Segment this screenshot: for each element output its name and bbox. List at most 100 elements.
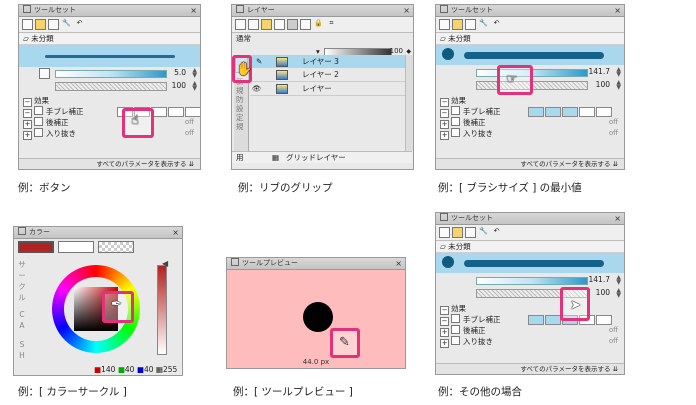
layer-row[interactable]: レイヤー 2 <box>250 68 410 82</box>
brush-preview-row[interactable] <box>19 45 200 67</box>
panel-menu-icon[interactable] <box>23 5 31 13</box>
brush-preview-row[interactable] <box>436 45 624 65</box>
alpha-slider[interactable] <box>157 265 167 355</box>
close-icon[interactable]: × <box>403 5 410 16</box>
opacity-value[interactable]: 100 <box>596 287 610 298</box>
side-tab[interactable]: ク <box>16 281 28 292</box>
undo-icon[interactable]: ↶ <box>491 19 502 30</box>
trash-icon[interactable] <box>465 19 476 30</box>
taper-checkbox[interactable] <box>451 128 460 137</box>
expand-icon[interactable]: + <box>23 131 32 140</box>
opacity-spinner[interactable]: ▲ ▼ <box>616 80 621 91</box>
stabilization-cells[interactable] <box>528 107 612 117</box>
panel-titlebar[interactable]: ツールセット × <box>436 213 624 225</box>
sub-color-swatch[interactable] <box>58 241 94 253</box>
taper-checkbox[interactable] <box>451 336 460 345</box>
ribbon-tab[interactable]: 防 <box>236 95 244 104</box>
ribbon-tab[interactable]: 設 <box>236 104 244 113</box>
layer-row[interactable]: 👁 レイヤー <box>250 82 410 96</box>
panel-menu-icon[interactable] <box>231 258 239 266</box>
panel-titlebar[interactable]: カラー × <box>14 227 182 239</box>
taper-checkbox[interactable] <box>34 128 43 137</box>
side-tab[interactable]: S <box>16 339 28 350</box>
show-all-params-bar[interactable]: すべてのパラメータを表示する ⇊ <box>436 158 624 169</box>
stabilization-checkbox[interactable] <box>451 314 460 323</box>
folder-icon[interactable] <box>452 227 463 238</box>
transparent-color-swatch[interactable] <box>98 241 134 253</box>
ribbon-tab[interactable]: 定 <box>236 113 244 122</box>
close-icon[interactable]: × <box>172 227 179 238</box>
brush-size-slider[interactable] <box>476 277 588 285</box>
effects-header[interactable]: − 効果 <box>436 95 624 107</box>
folder-icon[interactable] <box>261 19 272 30</box>
wrench-icon[interactable]: 🔧 <box>478 19 489 30</box>
folder-icon[interactable] <box>35 19 46 30</box>
panel-menu-icon[interactable] <box>18 227 26 235</box>
post-correction-checkbox[interactable] <box>451 117 460 126</box>
expand-icon[interactable]: + <box>440 131 449 140</box>
undo-icon[interactable]: ↶ <box>74 19 85 30</box>
close-icon[interactable]: × <box>395 258 402 269</box>
close-icon[interactable]: × <box>614 5 621 16</box>
trash-icon[interactable] <box>48 19 59 30</box>
opacity-value[interactable]: 100 <box>596 79 610 90</box>
side-tab[interactable]: サ <box>16 259 28 270</box>
panel-titlebar[interactable]: ツールセット × <box>19 5 200 17</box>
wrench-icon[interactable]: 🔧 <box>478 227 489 238</box>
opacity-slider[interactable] <box>55 82 167 91</box>
reference-icon[interactable]: ⌗ <box>326 19 337 30</box>
brush-size-spinner[interactable]: ▲ ▼ <box>616 275 621 286</box>
brush-preview-row[interactable] <box>436 253 624 273</box>
brush-size-slider[interactable] <box>55 70 167 78</box>
panel-titlebar[interactable]: ツールプレビュー × <box>227 258 405 270</box>
side-tab[interactable]: ー <box>16 270 28 281</box>
stabilization-checkbox[interactable] <box>34 106 43 115</box>
main-color-swatch[interactable] <box>18 241 54 253</box>
blend-mode-select[interactable]: 通常 <box>236 34 251 43</box>
side-tab[interactable]: A <box>16 320 28 331</box>
new-layer-icon[interactable] <box>235 19 246 30</box>
copy-icon[interactable] <box>274 19 285 30</box>
panel-menu-icon[interactable] <box>440 213 448 221</box>
brush-size-value[interactable]: 5.0 <box>174 67 186 78</box>
opacity-value[interactable]: 100 <box>172 80 186 91</box>
panel-menu-icon[interactable] <box>236 5 244 13</box>
effects-header[interactable]: − 効果 <box>19 95 200 107</box>
eye-icon[interactable]: 👁 <box>252 82 262 95</box>
folder-row[interactable]: ▱ 未分類 <box>19 33 200 45</box>
opacity-spinner[interactable]: ▲ ▼ <box>192 81 197 92</box>
ribbon-tab[interactable]: 規 <box>236 86 244 95</box>
wrench-icon[interactable]: 🔧 <box>61 19 72 30</box>
folder-row[interactable]: ▱ 未分類 <box>436 241 624 253</box>
post-correction-checkbox[interactable] <box>34 117 43 126</box>
alpha-slider-handle-icon[interactable]: ◀ <box>162 259 168 268</box>
undo-icon[interactable]: ↶ <box>491 227 502 238</box>
effects-header[interactable]: − 効果 <box>436 303 624 315</box>
grid-layer-row[interactable]: 用 ▦ グリッドレイヤー <box>232 151 412 163</box>
lock-icon[interactable]: 🔒 <box>313 19 324 30</box>
close-icon[interactable]: × <box>614 213 621 224</box>
show-all-params-bar[interactable]: すべてのパラメータを表示する ⇊ <box>19 158 200 169</box>
layer-row[interactable]: ✎ レイヤー 3 <box>250 55 410 68</box>
post-correction-checkbox[interactable] <box>451 325 460 334</box>
new-document-icon[interactable] <box>439 227 450 238</box>
close-icon[interactable]: × <box>190 5 197 16</box>
new-document-icon[interactable] <box>439 19 450 30</box>
stabilization-checkbox[interactable] <box>451 106 460 115</box>
folder-icon[interactable] <box>452 19 463 30</box>
scrollbar[interactable] <box>405 55 413 151</box>
clip-icon[interactable] <box>300 19 311 30</box>
new-document-icon[interactable] <box>22 19 33 30</box>
opacity-spinner[interactable]: ▲ ▼ <box>616 288 621 299</box>
new-vector-layer-icon[interactable] <box>248 19 259 30</box>
trash-icon[interactable] <box>465 227 476 238</box>
side-tab[interactable]: C <box>16 309 28 320</box>
panel-menu-icon[interactable] <box>440 5 448 13</box>
panel-titlebar[interactable]: レイヤー × <box>232 5 413 17</box>
brush-size-spinner[interactable]: ▲ ▼ <box>192 68 197 79</box>
brush-size-value[interactable]: 141.7 <box>589 66 610 77</box>
brush-size-value[interactable]: 141.7 <box>589 274 610 285</box>
mask-icon[interactable] <box>287 19 298 30</box>
expand-icon[interactable]: + <box>440 339 449 348</box>
show-all-params-bar[interactable]: すべてのパラメータを表示する ⇊ <box>436 363 624 374</box>
